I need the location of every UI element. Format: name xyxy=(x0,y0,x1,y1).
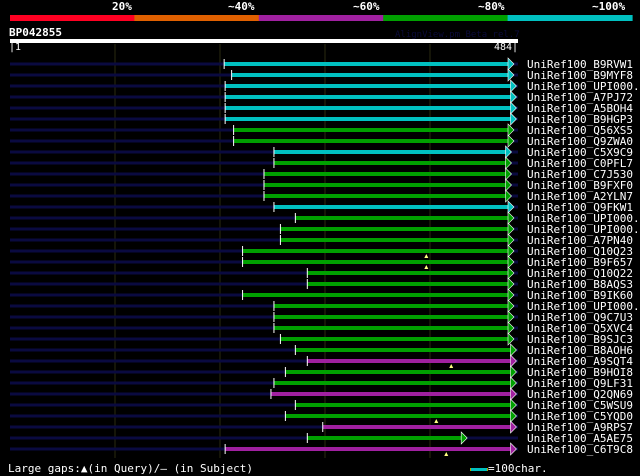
percent-label-20: 20% xyxy=(112,0,132,13)
hit-end-arrow xyxy=(507,299,515,313)
hit-bar xyxy=(225,95,511,99)
hit-bar xyxy=(270,392,511,396)
hit-bar xyxy=(233,139,509,143)
hit-bar xyxy=(322,425,511,429)
hit-end-arrow xyxy=(510,365,517,379)
hit-end-arrow xyxy=(510,90,517,104)
hit-end-arrow xyxy=(510,409,517,423)
hit-end-arrow xyxy=(505,145,512,159)
hit-end-arrow xyxy=(507,134,515,148)
hit-bar xyxy=(295,403,511,407)
hit-bar xyxy=(273,315,508,319)
hit-end-arrow xyxy=(505,189,512,203)
hit-bar xyxy=(285,370,511,374)
hit-end-arrow xyxy=(510,398,517,412)
percent-label-60: ~60% xyxy=(353,0,380,13)
hit-end-arrow xyxy=(507,211,515,225)
hit-end-arrow xyxy=(510,420,517,434)
percent-bar-segment xyxy=(134,15,260,21)
scale-label: =100char. xyxy=(488,462,548,475)
hit-bar xyxy=(225,84,511,88)
hit-end-arrow xyxy=(505,178,512,192)
percent-bar-segment xyxy=(258,15,384,21)
hit-end-arrow xyxy=(505,167,512,181)
query-gap-marker xyxy=(424,254,429,258)
hit-end-arrow xyxy=(510,79,517,93)
query-name: BP042855 xyxy=(9,26,62,39)
query-start: |1 xyxy=(9,42,22,53)
hit-end-arrow xyxy=(507,332,515,346)
percent-label-100: ~100% xyxy=(592,0,626,13)
hit-bar xyxy=(225,447,511,451)
hit-bar xyxy=(280,227,508,231)
hit-end-arrow xyxy=(507,255,515,269)
hit-end-arrow xyxy=(510,343,517,357)
percent-bar-segment xyxy=(383,15,509,21)
hit-end-arrow xyxy=(507,244,515,258)
credit-text: AlignView.pm Beta rel.7 xyxy=(395,30,520,40)
query-end: 484| xyxy=(494,42,519,53)
hit-end-arrow xyxy=(460,431,468,445)
hit-bar xyxy=(233,128,509,132)
legend-text: Large gaps:▲(in Query)/– (in Subject) xyxy=(8,462,254,475)
query-gap-marker xyxy=(444,452,449,456)
hit-end-arrow xyxy=(510,442,517,456)
hit-end-arrow xyxy=(507,233,515,247)
hit-bar xyxy=(225,117,511,121)
hit-bar xyxy=(307,271,508,275)
hit-end-arrow xyxy=(507,310,515,324)
query-gap-marker xyxy=(434,419,439,423)
hit-end-arrow xyxy=(507,288,515,302)
hit-bar xyxy=(273,326,508,330)
percent-bar-segment xyxy=(10,15,135,21)
hit-bar xyxy=(280,337,508,341)
hit-bar xyxy=(231,73,509,77)
hit-bar xyxy=(273,205,508,209)
hit-end-arrow xyxy=(510,354,517,368)
hit-bar xyxy=(263,183,506,187)
hit-bar xyxy=(242,293,509,297)
hit-bar xyxy=(280,238,508,242)
hit-bar xyxy=(263,172,506,176)
hit-bar xyxy=(295,216,508,220)
scale-legend: =100char. xyxy=(470,462,548,475)
hit-end-arrow xyxy=(507,200,515,214)
hit-end-arrow xyxy=(510,376,517,390)
query-gap-marker xyxy=(449,364,454,368)
hit-bar xyxy=(224,62,508,66)
hit-end-arrow xyxy=(507,123,515,137)
hit-bar xyxy=(242,249,509,253)
hit-bar xyxy=(307,282,508,286)
hit-end-arrow xyxy=(510,101,517,115)
hit-label: UniRef100_C6T9C8 xyxy=(527,443,633,456)
hit-end-arrow xyxy=(507,68,515,82)
hit-bar xyxy=(225,106,511,110)
percent-bar-segment xyxy=(507,15,633,21)
alignment-view: UniRef100_B9RVW1 UniRef100_B9MYF8 UniRef10… xyxy=(0,0,640,476)
hit-end-arrow xyxy=(507,277,515,291)
percent-label-40: ~40% xyxy=(228,0,255,13)
hit-bar xyxy=(242,260,509,264)
hit-bar xyxy=(273,381,511,385)
hit-bar xyxy=(273,150,506,154)
hit-end-arrow xyxy=(505,156,512,170)
hit-end-arrow xyxy=(510,387,517,401)
hit-bar xyxy=(273,304,508,308)
hit-bar xyxy=(307,436,462,440)
hit-end-arrow xyxy=(507,321,515,335)
hit-end-arrow xyxy=(507,266,515,280)
hit-bar xyxy=(273,161,506,165)
hit-bar xyxy=(263,194,506,198)
hit-end-arrow xyxy=(510,112,517,126)
hit-bar xyxy=(295,348,511,352)
hit-bar xyxy=(285,414,511,418)
scale-bar xyxy=(470,467,488,471)
hit-bar xyxy=(307,359,511,363)
hit-end-arrow xyxy=(507,57,515,71)
percent-label-80: ~80% xyxy=(478,0,505,13)
query-gap-marker xyxy=(424,265,429,269)
hit-end-arrow xyxy=(507,222,515,236)
alignment-graphic: UniRef100_B9RVW1UniRef100_B9MYF8UniRef10… xyxy=(10,15,640,458)
